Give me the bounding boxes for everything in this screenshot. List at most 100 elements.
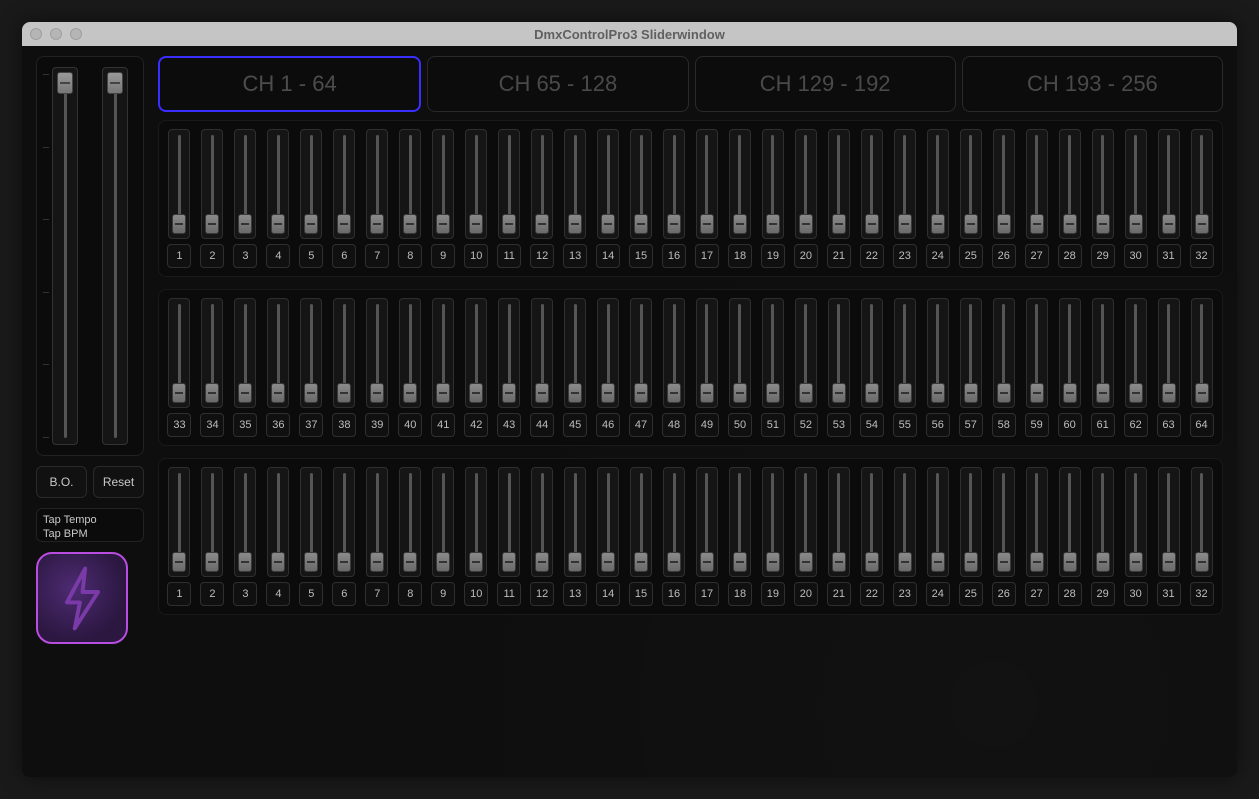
channel-label[interactable]: 31: [1157, 244, 1181, 268]
slider-handle[interactable]: [568, 214, 582, 234]
slider-handle[interactable]: [469, 552, 483, 572]
slider-handle[interactable]: [436, 214, 450, 234]
channel-label[interactable]: 30: [1124, 582, 1148, 606]
slider-handle[interactable]: [271, 383, 285, 403]
channel-slider[interactable]: [201, 129, 223, 239]
channel-slider[interactable]: [234, 298, 256, 408]
channel-slider[interactable]: [663, 298, 685, 408]
channel-label[interactable]: 22: [860, 244, 884, 268]
channel-label[interactable]: 45: [563, 413, 587, 437]
channel-slider[interactable]: [597, 467, 619, 577]
channel-slider[interactable]: [828, 298, 850, 408]
channel-slider[interactable]: [432, 467, 454, 577]
slider-handle[interactable]: [304, 552, 318, 572]
slider-handle[interactable]: [634, 214, 648, 234]
tap-tempo-box[interactable]: Tap Tempo Tap BPM: [36, 508, 144, 542]
slider-handle[interactable]: [1129, 214, 1143, 234]
tab-1[interactable]: CH 1 - 64: [158, 56, 421, 112]
slider-handle[interactable]: [568, 383, 582, 403]
channel-label[interactable]: 6: [332, 244, 356, 268]
channel-label[interactable]: 6: [332, 582, 356, 606]
channel-label[interactable]: 36: [266, 413, 290, 437]
slider-handle[interactable]: [964, 552, 978, 572]
slider-handle[interactable]: [1030, 383, 1044, 403]
slider-handle[interactable]: [238, 214, 252, 234]
slider-handle[interactable]: [898, 214, 912, 234]
channel-label[interactable]: 21: [827, 582, 851, 606]
slider-handle[interactable]: [172, 214, 186, 234]
slider-handle[interactable]: [799, 214, 813, 234]
channel-slider[interactable]: [861, 298, 883, 408]
channel-label[interactable]: 46: [596, 413, 620, 437]
channel-slider[interactable]: [300, 129, 322, 239]
slider-handle[interactable]: [403, 214, 417, 234]
slider-handle[interactable]: [667, 383, 681, 403]
channel-slider[interactable]: [894, 467, 916, 577]
channel-slider[interactable]: [564, 129, 586, 239]
channel-slider[interactable]: [168, 298, 190, 408]
slider-handle[interactable]: [1030, 214, 1044, 234]
channel-label[interactable]: 27: [1025, 582, 1049, 606]
channel-slider[interactable]: [927, 298, 949, 408]
slider-handle[interactable]: [832, 383, 846, 403]
slider-handle[interactable]: [1129, 383, 1143, 403]
channel-slider[interactable]: [993, 467, 1015, 577]
tab-2[interactable]: CH 65 - 128: [427, 56, 688, 112]
channel-label[interactable]: 23: [893, 582, 917, 606]
channel-label[interactable]: 27: [1025, 244, 1049, 268]
tab-3[interactable]: CH 129 - 192: [695, 56, 956, 112]
channel-slider[interactable]: [267, 298, 289, 408]
channel-slider[interactable]: [762, 129, 784, 239]
minimize-icon[interactable]: [50, 28, 62, 40]
channel-label[interactable]: 4: [266, 582, 290, 606]
channel-label[interactable]: 31: [1157, 582, 1181, 606]
channel-label[interactable]: 17: [695, 582, 719, 606]
channel-label[interactable]: 26: [992, 582, 1016, 606]
channel-slider[interactable]: [993, 298, 1015, 408]
channel-slider[interactable]: [729, 129, 751, 239]
slider-handle[interactable]: [1096, 214, 1110, 234]
channel-slider[interactable]: [1158, 129, 1180, 239]
channel-label[interactable]: 12: [530, 244, 554, 268]
channel-slider[interactable]: [729, 467, 751, 577]
channel-label[interactable]: 49: [695, 413, 719, 437]
channel-label[interactable]: 54: [860, 413, 884, 437]
slider-handle[interactable]: [205, 383, 219, 403]
channel-label[interactable]: 5: [299, 244, 323, 268]
channel-label[interactable]: 35: [233, 413, 257, 437]
channel-slider[interactable]: [1026, 129, 1048, 239]
channel-slider[interactable]: [399, 298, 421, 408]
channel-label[interactable]: 23: [893, 244, 917, 268]
slider-handle[interactable]: [766, 383, 780, 403]
channel-slider[interactable]: [861, 467, 883, 577]
channel-label[interactable]: 13: [563, 582, 587, 606]
slider-handle[interactable]: [172, 552, 186, 572]
slider-handle[interactable]: [1129, 552, 1143, 572]
channel-label[interactable]: 8: [398, 244, 422, 268]
channel-label[interactable]: 48: [662, 413, 686, 437]
channel-slider[interactable]: [531, 467, 553, 577]
channel-label[interactable]: 5: [299, 582, 323, 606]
slider-handle[interactable]: [766, 214, 780, 234]
channel-label[interactable]: 53: [827, 413, 851, 437]
channel-label[interactable]: 15: [629, 244, 653, 268]
channel-slider[interactable]: [498, 298, 520, 408]
master-slider-a[interactable]: [45, 67, 85, 445]
channel-slider[interactable]: [564, 467, 586, 577]
channel-label[interactable]: 61: [1091, 413, 1115, 437]
slider-handle[interactable]: [1195, 552, 1209, 572]
channel-label[interactable]: 28: [1058, 244, 1082, 268]
channel-slider[interactable]: [465, 129, 487, 239]
slider-handle[interactable]: [865, 552, 879, 572]
slider-handle[interactable]: [700, 214, 714, 234]
channel-slider[interactable]: [432, 129, 454, 239]
channel-slider[interactable]: [1191, 467, 1213, 577]
channel-label[interactable]: 41: [431, 413, 455, 437]
slider-handle[interactable]: [1096, 383, 1110, 403]
slider-handle[interactable]: [1162, 214, 1176, 234]
slider-handle[interactable]: [337, 214, 351, 234]
slider-handle[interactable]: [403, 552, 417, 572]
channel-slider[interactable]: [168, 467, 190, 577]
channel-slider[interactable]: [267, 467, 289, 577]
channel-slider[interactable]: [960, 467, 982, 577]
